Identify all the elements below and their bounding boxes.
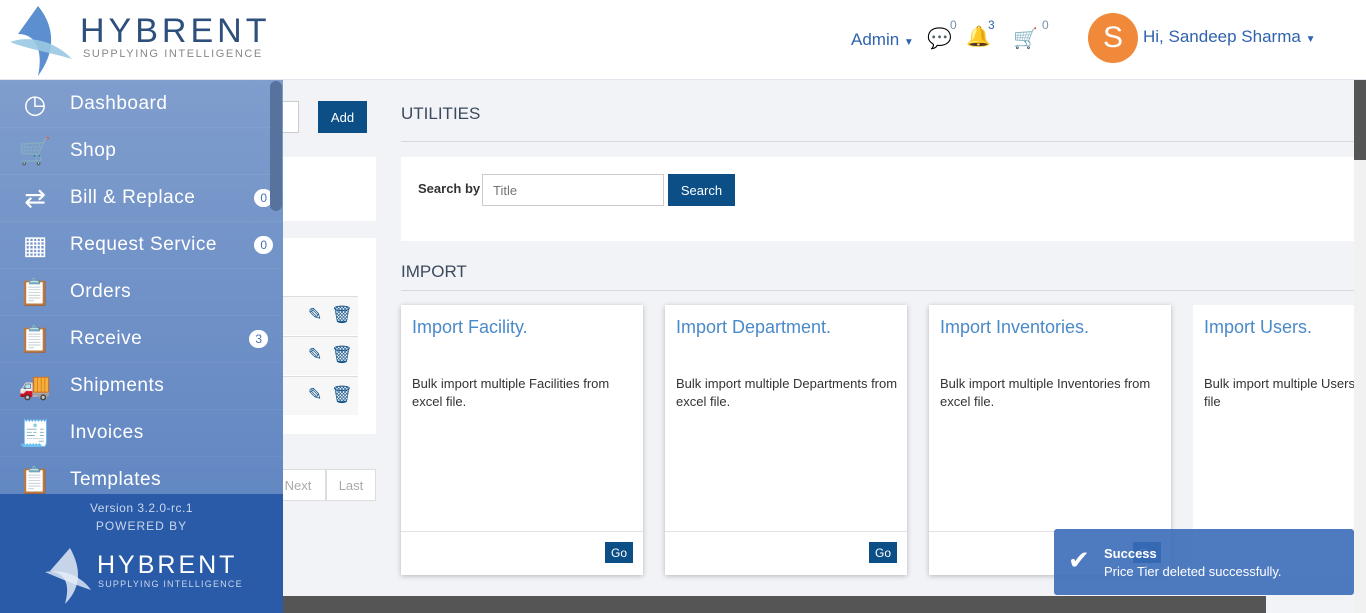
brand-tagline: SUPPLYING INTELLIGENCE [83,48,263,60]
divider [401,141,1354,142]
service-icon: ▦ [22,229,48,260]
utilities-title: UTILITIES [401,104,481,123]
hybrent-logo-icon [10,6,72,76]
card-desc: Bulk import multiple Inventories from ex… [940,376,1151,409]
search-panel: Search by Search [401,157,1354,241]
sidebar-item-label: Shop [70,140,117,161]
sidebar-item-label: Dashboard [70,93,168,114]
truck-icon: 🚚 [18,370,52,401]
go-button[interactable]: Go [605,542,633,563]
edit-icon[interactable]: ✎ [308,385,322,405]
hybrent-logo-icon [45,548,91,604]
card-desc: Bulk import multiple Departments from ex… [676,376,898,409]
import-facility-card: Import Facility. Bulk import multiple Fac… [401,305,643,575]
add-button[interactable]: Add [318,101,367,133]
sidebar-item-label: Shipments [70,375,165,396]
sidebar-item-receive[interactable]: 📋 Receive 3 [0,316,283,363]
sidebar-item-request-service[interactable]: ▦ Request Service 0 [0,222,283,269]
sidebar-item-invoices[interactable]: 🧾 Invoices [0,410,283,457]
edit-icon[interactable]: ✎ [308,345,322,365]
notifications-count: 3 [988,18,995,32]
admin-dropdown[interactable]: Admin ▼ [851,30,914,50]
table-row: ✎ 🗑 [283,296,358,335]
cart-icon: 🛒 [18,135,52,166]
divider [401,290,1354,291]
table-row: ✎ 🗑 [283,376,358,415]
cart-icon[interactable]: 🛒 [1013,26,1038,51]
sidebar-footer: Version 3.2.0-rc.1 POWERED BY HYBRENT SU… [0,494,283,613]
replace-icon: ⇄ [24,182,46,213]
caret-down-icon: ▼ [903,37,914,48]
sidebar-scrollbar[interactable] [270,81,282,211]
go-button[interactable]: Go [869,542,897,563]
trash-icon[interactable]: 🗑 [331,345,353,365]
dashboard-icon: ◷ [23,88,47,119]
table-row: ✎ 🗑 [283,336,358,375]
page-scrollbar[interactable] [1354,80,1366,613]
horizontal-scrollbar[interactable] [283,596,1266,613]
sidebar-item-dashboard[interactable]: ◷ Dashboard [0,81,283,128]
title-search-input[interactable] [482,174,664,206]
badge: 3 [249,330,268,348]
sidebar-item-label: Invoices [70,422,144,443]
card-title[interactable]: Import Users. [1204,317,1312,338]
powered-by-text: POWERED BY [95,519,188,533]
sidebar-item-label: Request Service [70,234,217,255]
import-title: IMPORT [401,262,467,281]
header: HYBRENT SUPPLYING INTELLIGENCE Admin ▼ 💬… [0,0,1366,80]
checkmark-icon: ✔ [1068,545,1090,575]
user-greeting: Hi, Sandeep Sharma [1143,27,1301,46]
sidebar-item-label: Bill & Replace [70,187,196,208]
footer-brand: HYBRENT [97,551,238,579]
edit-icon[interactable]: ✎ [308,305,322,325]
card-desc: Bulk import multiple Users from excel fi… [1204,376,1354,409]
filter-panel [283,157,376,221]
sidebar-item-orders[interactable]: 📋 Orders [0,269,283,316]
admin-label: Admin [851,30,900,49]
scrollbar-thumb[interactable] [1354,80,1366,160]
footer-tagline: SUPPLYING INTELLIGENCE [98,579,243,589]
trash-icon[interactable]: 🗑 [331,305,353,325]
sidebar-item-bill-replace[interactable]: ⇄ Bill & Replace 0 [0,175,283,222]
cart-count: 0 [1042,18,1049,32]
badge: 0 [254,236,273,254]
toast-message: Price Tier deleted successfully. [1104,564,1282,579]
invoice-icon: 🧾 [18,417,52,448]
messages-icon[interactable]: 💬 [927,26,952,51]
user-menu[interactable]: Hi, Sandeep Sharma ▼ [1143,27,1315,47]
trash-icon[interactable]: 🗑 [331,385,353,405]
search-button[interactable]: Search [668,174,735,206]
sidebar-item-label: Receive [70,328,143,349]
card-title[interactable]: Import Facility. [412,317,528,338]
card-title[interactable]: Import Department. [676,317,831,338]
toast-title: Success [1104,546,1157,561]
caret-down-icon: ▼ [1305,34,1316,45]
receive-icon: 📋 [18,323,52,354]
sidebar-item-shop[interactable]: 🛒 Shop [0,128,283,175]
brand-name: HYBRENT [80,12,271,50]
version-text: Version 3.2.0-rc.1 [89,501,194,515]
card-desc: Bulk import multiple Facilities from exc… [412,376,610,409]
messages-count: 0 [950,18,957,32]
success-toast[interactable]: ✔ Success Price Tier deleted successfull… [1054,529,1354,595]
clipboard-icon: 📋 [18,464,52,495]
orders-icon: 📋 [18,276,52,307]
import-department-card: Import Department. Bulk import multiple D… [665,305,907,575]
sidebar-item-label: Templates [70,469,162,490]
search-by-label: Search by [418,181,481,196]
sidebar-item-shipments[interactable]: 🚚 Shipments [0,363,283,410]
avatar[interactable]: S [1088,13,1138,63]
card-title[interactable]: Import Inventories. [940,317,1089,338]
sidebar-item-label: Orders [70,281,132,302]
last-page-button[interactable]: Last [326,469,376,501]
